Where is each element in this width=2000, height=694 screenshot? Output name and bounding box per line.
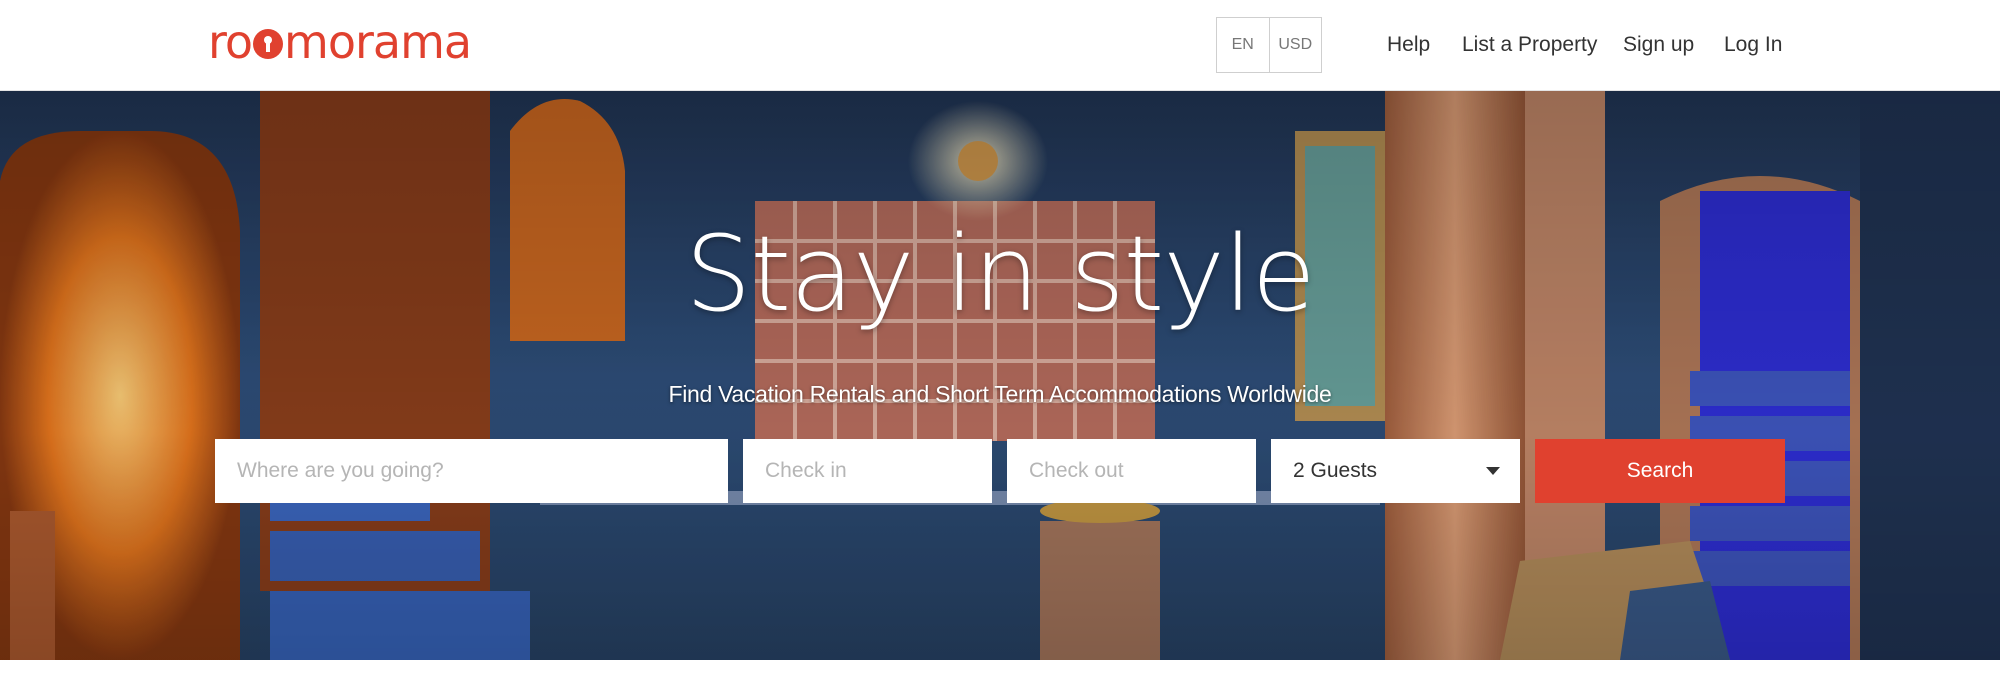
nav-sign-up[interactable]: Sign up — [1623, 25, 1694, 65]
hero-subtitle: Find Vacation Rentals and Short Term Acc… — [668, 381, 1332, 407]
hero-title: Stay in style — [685, 213, 1315, 335]
hero-background-image — [0, 91, 2000, 660]
logo-text-right: morama — [284, 15, 472, 69]
destination-input[interactable] — [215, 439, 728, 503]
locale-switcher: EN USD — [1216, 17, 1322, 73]
sign-up-link[interactable]: Sign up — [1623, 33, 1694, 57]
nav-log-in[interactable]: Log In — [1724, 25, 1782, 65]
help-link[interactable]: Help — [1387, 33, 1430, 57]
page-body-area — [0, 660, 2000, 694]
guests-select[interactable]: 2 Guests — [1271, 439, 1520, 503]
nav-list-property[interactable]: List a Property — [1462, 25, 1597, 65]
keyhole-icon — [253, 28, 284, 59]
guests-value: 2 Guests — [1293, 459, 1378, 482]
check-in-input[interactable] — [743, 439, 992, 503]
list-property-link[interactable]: List a Property — [1462, 33, 1597, 57]
log-in-link[interactable]: Log In — [1724, 33, 1782, 57]
hero-banner: Stay in style Find Vacation Rentals and … — [0, 91, 2000, 660]
roomorama-logo[interactable]: ro morama — [208, 12, 472, 72]
logo-text-left: ro — [208, 15, 253, 69]
check-out-input[interactable] — [1007, 439, 1256, 503]
site-header: ro morama EN USD Help List a Property Sig… — [0, 0, 2000, 91]
currency-selector[interactable]: USD — [1268, 18, 1322, 72]
caret-down-icon — [1486, 467, 1500, 475]
language-selector[interactable]: EN — [1217, 18, 1269, 72]
nav-help[interactable]: Help — [1387, 25, 1430, 65]
search-button[interactable]: Search — [1535, 439, 1785, 503]
